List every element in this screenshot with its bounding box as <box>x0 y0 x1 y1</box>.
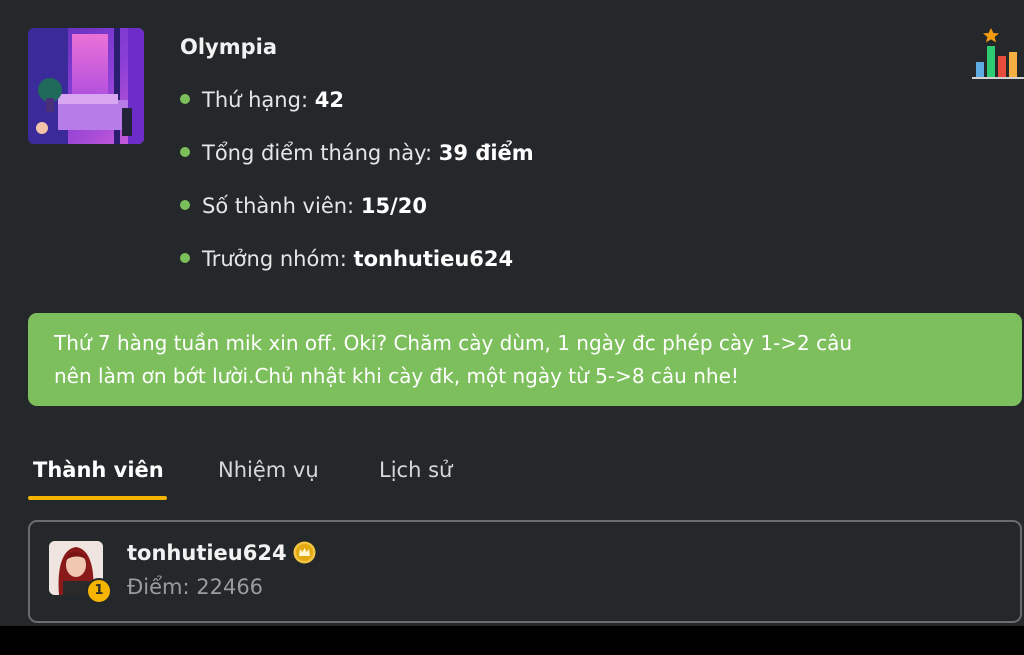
stat-member-count-value: 15/20 <box>360 194 427 218</box>
crown-badge-icon <box>293 541 316 564</box>
stat-member-count: Số thành viên: 15/20 <box>180 192 427 220</box>
stat-leader: Trưởng nhóm: tonhutieu624 <box>180 245 513 273</box>
stat-rank-value: 42 <box>314 88 344 112</box>
stat-monthly-points-label: Tổng điểm tháng này: <box>202 141 433 165</box>
member-name-row: tonhutieu624 <box>127 539 316 567</box>
stat-leader-label: Trưởng nhóm: <box>202 247 347 271</box>
member-name[interactable]: tonhutieu624 <box>127 541 287 565</box>
active-tab-indicator <box>28 496 167 500</box>
group-detail-panel: Olympia Thứ hạng: 42 Tổng điểm tháng này… <box>0 0 1024 626</box>
group-name: Olympia <box>180 35 278 59</box>
stat-rank-label: Thứ hạng: <box>202 88 309 112</box>
member-card[interactable]: 1 tonhutieu624 Điểm: 22466 <box>28 520 1022 623</box>
bullet-dot <box>180 200 190 210</box>
stat-member-count-label: Số thành viên: <box>202 194 355 218</box>
notice-line-2: nên làm ơn bớt lười.Chủ nhật khi cày đk,… <box>54 364 739 388</box>
ranking-chart-icon[interactable] <box>972 26 1024 80</box>
stat-monthly-points-value: 39 điểm <box>438 141 534 165</box>
member-rank-badge: 1 <box>86 578 112 604</box>
bullet-dot <box>180 94 190 104</box>
tab-tasks[interactable]: Nhiệm vụ <box>218 450 319 490</box>
member-points: Điểm: 22466 <box>127 575 264 599</box>
tab-history[interactable]: Lịch sử <box>379 450 452 490</box>
notice-line-1: Thứ 7 hàng tuần mik xin off. Oki? Chăm c… <box>54 331 853 355</box>
stat-monthly-points: Tổng điểm tháng này: 39 điểm <box>180 139 534 167</box>
group-avatar-image <box>28 28 144 144</box>
bullet-dot <box>180 253 190 263</box>
tab-members[interactable]: Thành viên <box>33 450 164 490</box>
group-notice-banner: Thứ 7 hàng tuần mik xin off. Oki? Chăm c… <box>28 313 1022 406</box>
stat-leader-value: tonhutieu624 <box>353 247 514 271</box>
bullet-dot <box>180 147 190 157</box>
stat-rank: Thứ hạng: 42 <box>180 86 344 114</box>
